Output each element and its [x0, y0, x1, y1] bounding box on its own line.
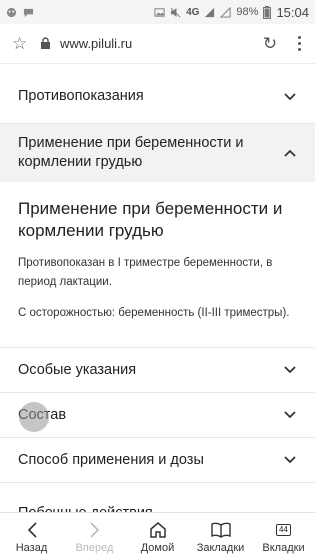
lock-icon [40, 37, 54, 50]
home-icon [149, 520, 167, 540]
url-field[interactable]: www.piluli.ru [60, 36, 132, 51]
status-bar: 4G 98% 15:04 [0, 0, 315, 24]
nav-forward-button[interactable]: Вперед [63, 513, 126, 560]
network-type: 4G [186, 6, 200, 18]
section-paragraph: Противопоказан в I триместре беременност… [18, 257, 273, 288]
address-bar: ☆ www.piluli.ru ↻ [0, 24, 315, 64]
nav-home-button[interactable]: Домой [126, 513, 189, 560]
chevron-down-icon [284, 366, 296, 374]
reload-icon[interactable]: ↻ [259, 34, 281, 54]
accordion-label: Особые указания [18, 361, 137, 378]
signal-icon [205, 7, 215, 17]
forward-arrow-icon [89, 520, 101, 540]
clock: 15:04 [276, 4, 309, 20]
nav-label: Назад [15, 541, 48, 554]
touch-indicator [19, 402, 49, 432]
chat-icon [23, 8, 34, 17]
nav-label: Вкладки [262, 541, 305, 554]
section-paragraph: С осторожностью: беременность (II-III тр… [18, 307, 290, 319]
nav-back-button[interactable]: Назад [0, 513, 63, 560]
accordion-pregnancy[interactable]: Применение при беременности и кормлении … [0, 124, 315, 182]
section-title: Применение при беременности и кормлении … [18, 199, 283, 240]
accordion-side-effects[interactable]: Побочные действия [0, 483, 315, 512]
bookmark-star-icon[interactable]: ☆ [12, 34, 34, 54]
nav-tabs-button[interactable]: 44 Вкладки [252, 513, 315, 560]
book-icon [210, 520, 231, 540]
tabs-icon: 44 [276, 520, 291, 540]
nav-label: Вперед [75, 541, 114, 554]
accordion-dosage[interactable]: Способ применения и дозы [0, 438, 315, 483]
chevron-down-icon [284, 92, 296, 100]
battery-icon [263, 5, 272, 19]
tab-count: 44 [276, 523, 291, 536]
accordion-label: Состав [18, 406, 273, 425]
bottom-nav: Назад Вперед Домой Закладки 44 Вкладки [0, 512, 315, 560]
mute-icon [170, 7, 181, 17]
image-icon [154, 7, 165, 17]
page-content: Противопоказания Применение при беременн… [0, 64, 315, 512]
nav-bookmarks-button[interactable]: Закладки [189, 513, 252, 560]
battery-percent: 98% [236, 6, 259, 18]
accordion-special-notes[interactable]: Особые указания [0, 348, 315, 393]
chevron-down-icon [284, 456, 296, 464]
accordion-contraindications[interactable]: Противопоказания [0, 64, 315, 124]
accordion-label: Побочные действия [18, 504, 297, 512]
accordion-label: Способ применения и дозы [18, 451, 204, 468]
accordion-label: Противопоказания [18, 88, 144, 104]
chevron-up-icon [284, 149, 296, 157]
nav-label: Домой [140, 541, 175, 554]
nav-label: Закладки [196, 541, 245, 554]
signal-icon-2 [220, 6, 231, 18]
more-menu-icon[interactable] [295, 36, 303, 51]
chevron-down-icon [284, 411, 296, 419]
back-arrow-icon [26, 520, 38, 540]
notification-icon [6, 7, 17, 17]
accordion-label: Применение при беременности и кормлении … [18, 135, 244, 170]
accordion-panel-pregnancy: Применение при беременности и кормлении … [0, 182, 315, 348]
